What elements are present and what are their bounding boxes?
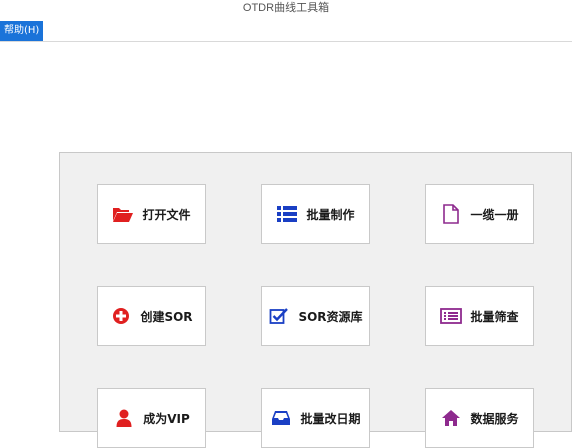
menubar: 帮助(H) <box>0 20 572 42</box>
create-sor-button[interactable]: 创建SOR <box>97 286 206 346</box>
menu-help[interactable]: 帮助(H) <box>0 21 44 41</box>
folder-open-icon <box>112 204 134 224</box>
batch-change-date-button[interactable]: 批量改日期 <box>261 388 370 448</box>
window-title: OTDR曲线工具箱 <box>242 2 330 14</box>
sor-library-label: SOR资源库 <box>298 309 363 324</box>
become-vip-label: 成为VIP <box>143 411 190 426</box>
data-service-label: 数据服务 <box>470 411 519 426</box>
batch-create-label: 批量制作 <box>306 207 355 222</box>
batch-screen-button[interactable]: 批量筛查 <box>425 286 534 346</box>
create-sor-label: 创建SOR <box>140 309 193 324</box>
open-file-button[interactable]: 打开文件 <box>97 184 206 244</box>
home-icon <box>440 408 462 428</box>
plus-circle-icon <box>110 306 132 326</box>
cable-book-label: 一缆一册 <box>470 207 519 222</box>
batch-change-date-label: 批量改日期 <box>300 411 361 426</box>
become-vip-button[interactable]: 成为VIP <box>97 388 206 448</box>
cable-book-button[interactable]: 一缆一册 <box>425 184 534 244</box>
sor-library-button[interactable]: SOR资源库 <box>261 286 370 346</box>
data-service-button[interactable]: 数据服务 <box>425 388 534 448</box>
batch-screen-label: 批量筛查 <box>470 309 519 324</box>
list-icon <box>276 204 298 224</box>
check-square-icon <box>268 306 290 326</box>
user-icon <box>113 408 135 428</box>
batch-create-button[interactable]: 批量制作 <box>261 184 370 244</box>
list-box-icon <box>440 306 463 326</box>
open-file-label: 打开文件 <box>142 207 191 222</box>
tool-panel: 打开文件 批量制作 一缆一册 创建SOR SOR资源库 批量筛查 成为VIP 批… <box>59 152 572 448</box>
inbox-icon <box>270 408 292 428</box>
document-icon <box>440 204 462 224</box>
